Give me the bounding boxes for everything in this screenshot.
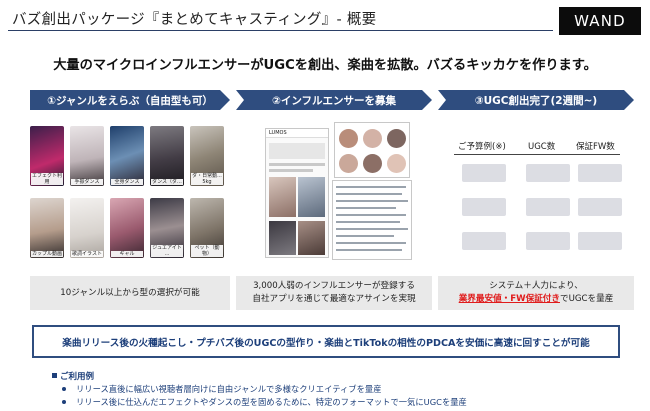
redacted-cell <box>462 198 506 216</box>
genre-thumb: ペット（動物） <box>190 198 224 258</box>
bullet-dot-icon <box>62 387 66 391</box>
redacted-cell <box>578 232 622 250</box>
caption-influencers: 3,000人弱のインフルエンサーが登録する 自社アプリを通じて最適なアサインを実… <box>236 276 432 310</box>
redacted-cell <box>462 164 506 182</box>
col-ugc-count: UGC数 <box>528 142 556 152</box>
avatar <box>363 129 382 148</box>
usage-heading: ご利用例 <box>52 370 94 382</box>
avatar <box>387 129 406 148</box>
summary-banner: 楽曲リリース後の火種起こし・プチバズ後のUGCの型作り・楽曲とTikTokの相性… <box>32 325 620 358</box>
usage-item: リリース直後に幅広い視聴者層向けに自由ジャンルで多様なクリエイティブを量産 <box>62 383 382 395</box>
avatar <box>339 129 358 148</box>
genre-thumb: エフェクト利用 <box>30 126 64 186</box>
genre-thumb: ギャル <box>110 198 144 258</box>
redacted-cell <box>578 198 622 216</box>
headline: 大量のマイクロインフルエンサーがUGCを創出、楽曲を拡散。バズるキッカケを作りま… <box>53 58 597 73</box>
genre-thumb: 歌詞イラスト <box>70 198 104 258</box>
app-screenshots: LUMOS <box>262 118 414 263</box>
genre-thumb: 全身ダンス <box>110 126 144 186</box>
slide-title: バズ創出パッケージ『まとめてキャスティング』- 概要 <box>12 12 377 28</box>
redacted-cell <box>462 232 506 250</box>
col-guaranteed-fw: 保証FW数 <box>576 142 615 152</box>
avatar <box>363 154 382 173</box>
step-2-chevron: ②インフルエンサーを募集 <box>236 90 432 110</box>
bullet-square-icon <box>52 373 57 378</box>
price-highlight: 業界最安値・FW保証付き <box>458 294 560 304</box>
genre-thumb: ジュエアイト ... <box>150 198 184 258</box>
redacted-cell <box>526 164 570 182</box>
caption-ugc: システム＋人力により、 業界最安値・FW保証付きでUGCを量産 <box>438 276 634 310</box>
usage-item: リリース後に仕込んだエフェクトやダンスの型を固めるために、特定のフォーマットで一… <box>62 396 467 408</box>
redacted-cell <box>578 164 622 182</box>
genre-thumb: 手振ダンス <box>70 126 104 186</box>
wand-logo: WAND <box>559 7 641 35</box>
genre-thumb: カップル動画 <box>30 198 64 258</box>
genre-thumb: ダ・日常動... 5kg <box>190 126 224 186</box>
avatar <box>339 154 358 173</box>
table-divider <box>454 154 620 155</box>
redacted-cell <box>526 198 570 216</box>
app-brand: LUMOS <box>266 129 328 138</box>
redacted-cell <box>526 232 570 250</box>
genre-thumb: ダンス（ダ... <box>150 126 184 186</box>
bullet-dot-icon <box>62 400 66 404</box>
influencer-avatars <box>334 122 410 178</box>
assignment-sheet <box>332 180 412 260</box>
col-budget: ご予算例(※) <box>458 142 506 152</box>
caption-genres: 10ジャンル以上から型の選択が可能 <box>30 276 230 310</box>
step-1-chevron: ①ジャンルをえらぶ（自由型も可） <box>30 90 230 110</box>
genre-grid: エフェクト利用 手振ダンス 全身ダンス ダンス（ダ... ダ・日常動... 5k… <box>28 118 230 263</box>
app-phone-mock: LUMOS <box>265 128 329 258</box>
title-divider <box>8 30 553 31</box>
avatar <box>387 154 406 173</box>
step-3-chevron: ③UGC創出完了(2週間~) <box>438 90 634 110</box>
results-table: ご予算例(※) UGC数 保証FW数 <box>448 118 628 263</box>
